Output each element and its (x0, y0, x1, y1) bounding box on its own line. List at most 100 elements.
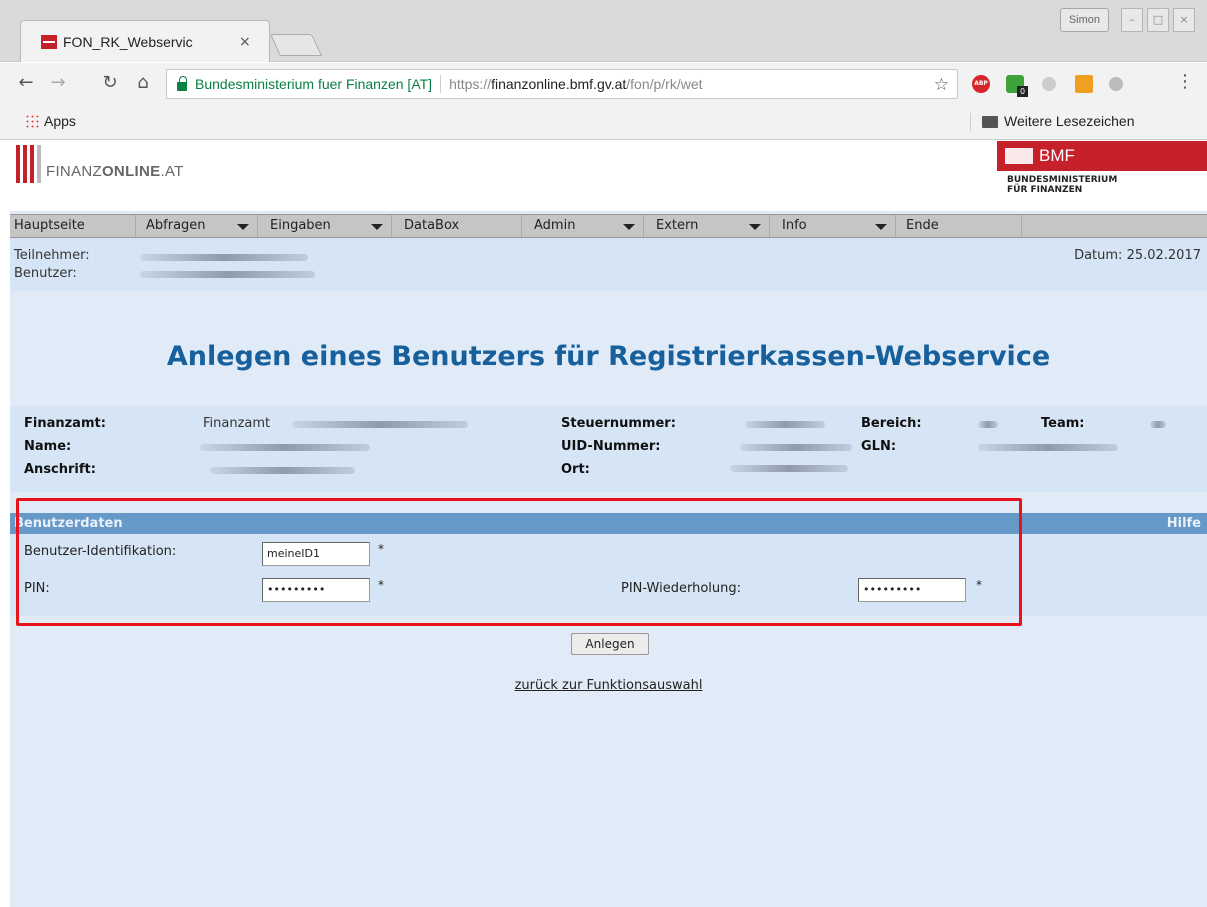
redacted-value (978, 444, 1118, 451)
menu-label: Extern (656, 218, 699, 233)
security-label: Bundesministerium fuer Finanzen [AT] (195, 76, 433, 92)
minimize-icon[interactable]: – (1121, 8, 1143, 32)
back-link[interactable]: zurück zur Funktionsauswahl (515, 678, 703, 693)
ort-label: Ort: (561, 462, 590, 477)
gln-label: GLN: (861, 439, 897, 454)
apps-bookmark[interactable]: Apps (44, 113, 76, 129)
forward-arrow-icon[interactable]: → (46, 71, 70, 95)
maximize-icon[interactable]: □ (1147, 8, 1169, 32)
bmf-favicon-icon (41, 34, 57, 49)
url-host: finanzonline.bmf.gv.at (491, 76, 627, 92)
logo-text-prefix: FINANZ (46, 163, 102, 180)
menu-item-eingaben[interactable]: Eingaben (258, 215, 392, 237)
close-window-icon[interactable]: × (1173, 8, 1195, 32)
help-link[interactable]: Hilfe (1167, 513, 1201, 534)
new-tab-button[interactable] (269, 34, 323, 56)
date-label: Datum: (1074, 248, 1123, 263)
finanzonline-logo[interactable]: FINANZONLINE.AT (46, 163, 184, 180)
menu-label: Abfragen (146, 218, 206, 233)
browser-menu-icon[interactable]: ⋮ (1176, 71, 1194, 92)
address-bar[interactable]: Bundesministerium fuer Finanzen [AT] htt… (166, 69, 958, 99)
taxpayer-info: Finanzamt: Finanzamt Name: Anschrift: St… (10, 406, 1207, 492)
redacted-value (1150, 421, 1166, 428)
finanzamt-label: Finanzamt: (24, 416, 106, 431)
lock-icon (177, 75, 187, 91)
back-arrow-icon[interactable]: ← (14, 71, 38, 95)
address-separator (440, 75, 442, 93)
finanzonline-logo-icon (16, 145, 41, 183)
finanzamt-value: Finanzamt (203, 416, 271, 431)
redacted-value (745, 421, 825, 428)
redacted-value (740, 444, 852, 451)
bookmarks-separator (970, 113, 971, 131)
bookmark-star-icon[interactable]: ☆ (929, 75, 949, 95)
redacted-value (730, 465, 848, 472)
browser-tab[interactable]: FON_RK_Webservic × (20, 20, 270, 62)
bookmarks-bar: Apps Weitere Lesezeichen (0, 104, 1207, 140)
logo-text-bold: ONLINE (101, 163, 161, 180)
browser-titlebar: FON_RK_Webservic × Simon – □ × (0, 0, 1207, 62)
menu-label: Admin (534, 218, 576, 233)
menu-item-ende[interactable]: Ende (896, 215, 1022, 237)
menu-item-info[interactable]: Info (770, 215, 896, 237)
tab-close-icon[interactable]: × (239, 34, 251, 50)
browser-toolbar: ← → ↻ ⌂ Bundesministerium fuer Finanzen … (0, 63, 1207, 104)
menu-item-hauptseite[interactable]: Hauptseite (10, 215, 136, 237)
extension-shield-icon[interactable]: 0 (1006, 75, 1028, 97)
menu-item-databox[interactable]: DataBox (392, 215, 522, 237)
other-bookmarks[interactable]: Weitere Lesezeichen (1004, 113, 1134, 129)
user-info-bar: Teilnehmer: Benutzer: Datum: 25.02.2017 (10, 238, 1207, 291)
redacted-value (200, 444, 370, 451)
redacted-value (140, 254, 308, 261)
bereich-label: Bereich: (861, 416, 922, 431)
back-to-function-selection-link: zurück zur Funktionsauswahl (10, 678, 1207, 693)
anschrift-label: Anschrift: (24, 462, 96, 477)
redacted-value (292, 421, 468, 428)
home-icon[interactable]: ⌂ (131, 71, 155, 95)
date-value: 25.02.2017 (1126, 248, 1201, 263)
chevron-down-icon (749, 224, 761, 230)
steuernummer-label: Steuernummer: (561, 416, 676, 431)
extension-icon[interactable] (1042, 77, 1056, 91)
benutzer-label: Benutzer: (14, 266, 77, 281)
url-path: /fon/p/rk/wet (626, 76, 703, 92)
adblock-icon[interactable]: ABP (972, 75, 990, 93)
main-menu: Hauptseite Abfragen Eingaben DataBox Adm… (10, 214, 1207, 238)
bmf-sub-line2: FÜR FINANZEN (1007, 185, 1083, 195)
chevron-down-icon (371, 224, 383, 230)
bmf-sub-line1: BUNDESMINISTERIUM (1007, 175, 1118, 185)
page-title: Anlegen eines Benutzers für Registrierka… (166, 341, 1051, 372)
profile-button[interactable]: Simon (1059, 8, 1109, 32)
bmf-logo: BMF BUNDESMINISTERIUM FÜR FINANZEN (997, 141, 1207, 201)
bmf-label: BMF (1039, 146, 1075, 165)
chevron-down-icon (237, 224, 249, 230)
menu-label: Hauptseite (14, 218, 85, 233)
anlegen-button[interactable]: Anlegen (571, 633, 649, 655)
menu-label: DataBox (404, 218, 460, 233)
chevron-down-icon (875, 224, 887, 230)
teilnehmer-label: Teilnehmer: (14, 248, 90, 263)
highlight-annotation (16, 498, 1022, 626)
name-label: Name: (24, 439, 72, 454)
menu-label: Info (782, 218, 807, 233)
menu-item-abfragen[interactable]: Abfragen (136, 215, 258, 237)
bmf-eagle-icon (1005, 148, 1033, 164)
menu-label: Eingaben (270, 218, 331, 233)
chevron-down-icon (623, 224, 635, 230)
site-header: FINANZONLINE.AT BMF BUNDESMINISTERIUM FÜ… (10, 141, 1207, 211)
menu-item-admin[interactable]: Admin (522, 215, 644, 237)
extension-chart-icon[interactable] (1075, 75, 1093, 93)
folder-icon[interactable] (982, 116, 998, 128)
redacted-value (978, 421, 998, 428)
date-display: Datum: 25.02.2017 (1074, 248, 1201, 263)
redacted-value (140, 271, 315, 278)
tab-title: FON_RK_Webservic (63, 33, 193, 50)
extension-badge: 0 (1017, 86, 1028, 97)
reload-icon[interactable]: ↻ (98, 71, 122, 95)
page-content: FINANZONLINE.AT BMF BUNDESMINISTERIUM FÜ… (10, 141, 1207, 907)
menu-item-extern[interactable]: Extern (644, 215, 770, 237)
apps-grid-icon[interactable] (25, 114, 39, 128)
menu-label: Ende (906, 218, 939, 233)
extension-globe-icon[interactable] (1109, 77, 1123, 91)
url-scheme: https:// (449, 76, 492, 92)
